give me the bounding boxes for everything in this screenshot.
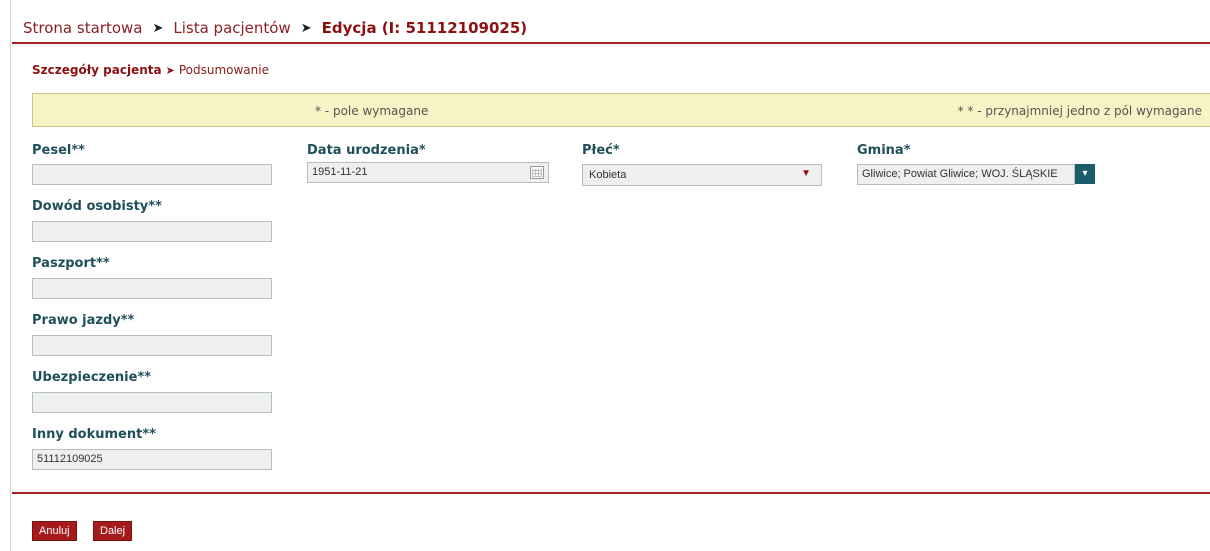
at-least-one-note: * * - przynajmniej jedno z pól wymagane <box>957 104 1202 118</box>
wizard-steps: Szczegóły pacjenta ➤ Podsumowanie <box>32 63 269 77</box>
passport-input[interactable] <box>32 278 272 299</box>
breadcrumb-home-link[interactable]: Strona startowa <box>23 19 142 37</box>
insurance-input[interactable] <box>32 392 272 413</box>
breadcrumb-current: Edycja (I: 51112109025) <box>321 19 528 37</box>
breadcrumb-patients-link[interactable]: Lista pacjentów <box>173 19 290 37</box>
municipality-label: Gmina* <box>857 143 911 158</box>
gender-label: Płeć* <box>582 143 620 158</box>
driving-license-input[interactable] <box>32 335 272 356</box>
passport-label: Paszport** <box>32 256 110 271</box>
required-fields-notice: * - pole wymagane * * - przynajmniej jed… <box>32 93 1210 127</box>
required-note: * - pole wymagane <box>315 104 429 118</box>
pesel-input[interactable] <box>32 164 272 185</box>
cancel-button[interactable]: Anuluj <box>32 521 77 541</box>
calendar-icon[interactable] <box>530 166 544 179</box>
birth-date-input[interactable]: 1951-11-21 <box>307 162 549 183</box>
birth-date-value: 1951-11-21 <box>312 166 368 178</box>
gender-select[interactable]: Kobieta ▼ <box>582 164 822 186</box>
next-button[interactable]: Dalej <box>93 521 133 541</box>
breadcrumb-arrow-icon: ➤ <box>300 20 312 36</box>
header-divider <box>12 42 1210 44</box>
id-card-label: Dowód osobisty** <box>32 199 162 214</box>
step-summary[interactable]: Podsumowanie <box>179 63 269 77</box>
id-card-input[interactable] <box>32 221 272 242</box>
breadcrumb-arrow-icon: ➤ <box>152 20 164 36</box>
footer-divider <box>12 492 1210 494</box>
pesel-label: Pesel** <box>32 143 85 158</box>
municipality-dropdown-icon[interactable]: ▾ <box>1075 164 1095 184</box>
driving-license-label: Prawo jazdy** <box>32 313 135 328</box>
birth-date-label: Data urodzenia* <box>307 143 426 158</box>
step-arrow-icon: ➤ <box>165 63 175 77</box>
breadcrumb: Strona startowa ➤ Lista pacjentów ➤ Edyc… <box>23 14 527 42</box>
gender-selected-value: Kobieta <box>589 169 627 181</box>
municipality-input[interactable]: Gliwice; Powiat Gliwice; WOJ. ŚLĄSKIE <box>857 164 1075 185</box>
other-document-label: Inny dokument** <box>32 427 156 442</box>
other-document-input[interactable]: 51112109025 <box>32 449 272 470</box>
insurance-label: Ubezpieczenie** <box>32 370 152 385</box>
step-patient-details: Szczegóły pacjenta <box>32 63 162 77</box>
chevron-down-icon: ▼ <box>801 168 811 179</box>
